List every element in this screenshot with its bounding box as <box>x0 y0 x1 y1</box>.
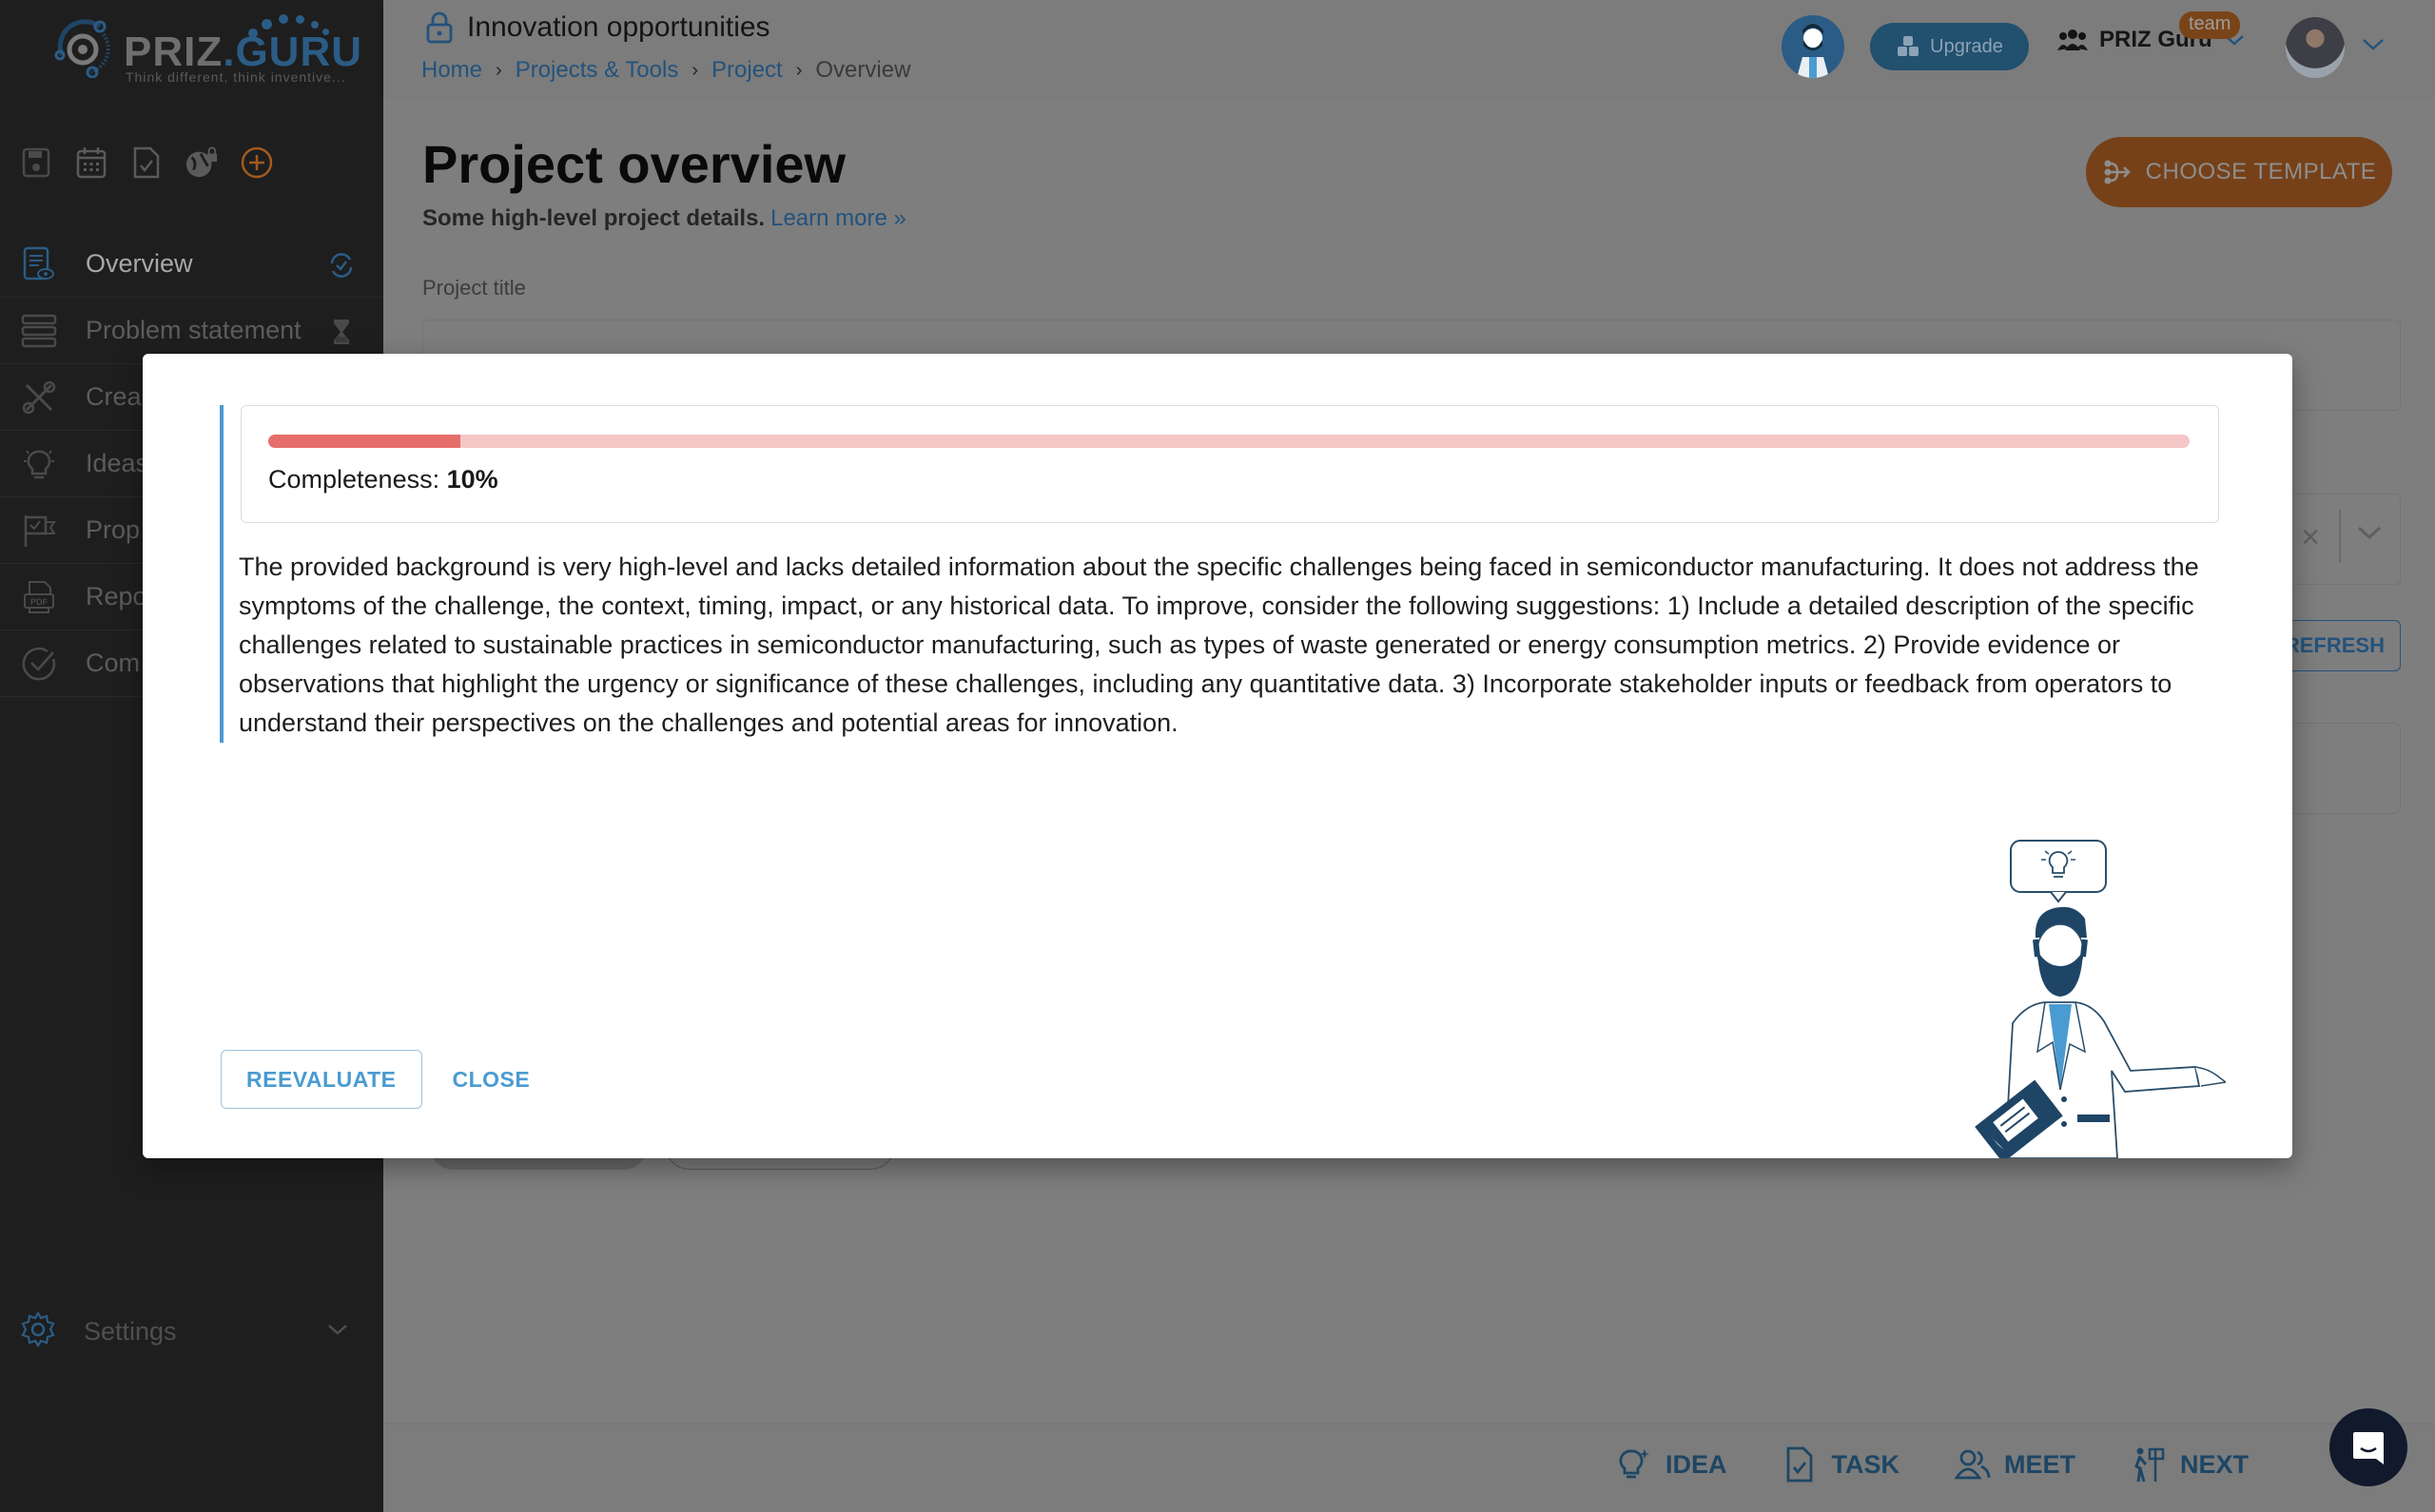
reevaluate-button[interactable]: REEVALUATE <box>221 1050 422 1109</box>
bottom-action-bar: IDEA TASK MEET NEXT <box>383 1425 2435 1512</box>
branch-arrow-icon <box>2104 160 2131 184</box>
settings-label: Settings <box>84 1316 177 1346</box>
next-button[interactable]: NEXT <box>2131 1445 2249 1483</box>
feedback-block: Completeness: 10% The provided backgroun… <box>220 405 2219 743</box>
sidebar-item-label: Prop <box>86 515 141 544</box>
feedback-text: The provided background is very high-lev… <box>239 552 2199 737</box>
sync-check-icon <box>326 250 357 281</box>
users-icon <box>2057 29 2088 50</box>
project-title-label: Project title <box>422 276 526 300</box>
task-button[interactable]: TASK <box>1782 1445 1899 1483</box>
logo-mark-icon <box>54 19 110 78</box>
sidebar-item-label: Repo <box>86 582 147 611</box>
breadcrumb-separator: › <box>795 59 803 81</box>
user-avatar[interactable] <box>2286 17 2345 78</box>
select-divider <box>2339 510 2341 563</box>
next-label: NEXT <box>2179 1449 2249 1479</box>
sidebar-item-label: Problem statement <box>86 316 302 344</box>
completeness-dialog: Completeness: 10% The provided backgroun… <box>143 354 2292 1158</box>
completeness-progress-fill <box>268 435 460 448</box>
chat-launcher-button[interactable] <box>2329 1408 2407 1486</box>
flag-check-icon <box>19 511 59 551</box>
breadcrumb-project[interactable]: Project <box>711 57 783 84</box>
chat-icon <box>2353 1432 2384 1464</box>
scientist-illustration <box>1950 833 2226 1158</box>
clear-icon[interactable]: × <box>2301 519 2320 556</box>
tools-icon <box>19 378 59 417</box>
choose-template-button[interactable]: CHOOSE TEMPLATE <box>2086 137 2392 207</box>
pdf-icon: PDF <box>19 577 59 617</box>
file-check-icon[interactable] <box>129 145 164 180</box>
logo-priz: PRIZ <box>124 29 224 75</box>
chevron-down-icon[interactable] <box>2356 523 2383 542</box>
globe-lock-icon[interactable] <box>185 145 219 180</box>
lightbulb-icon <box>19 444 59 484</box>
breadcrumb-current: Overview <box>815 57 911 83</box>
list-stack-icon <box>19 311 59 351</box>
save-icon[interactable] <box>19 145 53 180</box>
completeness-label: Completeness: 10% <box>268 465 498 494</box>
subtitle-text: Some high-level project details. <box>422 205 766 231</box>
upgrade-button[interactable]: Upgrade <box>1870 23 2029 70</box>
sidebar-item-label: Ideas <box>86 449 149 477</box>
completeness-progress-bar <box>268 435 2190 448</box>
page-subtitle: Some high-level project details. Learn mo… <box>422 205 906 232</box>
close-button[interactable]: CLOSE <box>453 1067 531 1093</box>
idea-button[interactable]: IDEA <box>1616 1445 1727 1483</box>
sidebar-item-settings[interactable]: Settings <box>0 1303 383 1360</box>
sidebar-item-overview[interactable]: Overview <box>0 231 383 298</box>
sidebar-item-label: Overview <box>86 249 193 278</box>
page-title: Project overview <box>422 134 847 194</box>
logo-tagline: Think different, think inventive... <box>126 69 346 85</box>
completeness-value: 10% <box>446 465 498 494</box>
hourglass-icon <box>326 317 357 347</box>
svg-text:PDF: PDF <box>30 597 49 607</box>
breadcrumb: Home › Projects & Tools › Project › Over… <box>421 57 910 84</box>
lightbulb-icon <box>1619 1449 1649 1479</box>
idea-bubble-icon <box>2010 840 2107 903</box>
meet-label: MEET <box>2003 1449 2075 1479</box>
gear-icon <box>19 1310 57 1353</box>
upgrade-label: Upgrade <box>1930 35 2003 57</box>
document-eye-icon <box>19 244 59 284</box>
choose-template-label: CHOOSE TEMPLATE <box>2145 159 2377 184</box>
chevron-down-icon[interactable] <box>2362 36 2385 53</box>
logo[interactable]: PRIZ.GURU Think different, think inventi… <box>52 11 361 87</box>
chevron-down-icon <box>328 1325 347 1335</box>
sidebar-item-label: Crea <box>86 382 142 411</box>
dialog-actions: REEVALUATE CLOSE <box>221 1050 530 1109</box>
check-circle-icon <box>19 644 59 684</box>
logo-guru: .GURU <box>223 29 363 75</box>
sidebar-item-label: Com <box>86 649 141 677</box>
top-bar: Innovation opportunities Home › Projects… <box>383 0 2435 99</box>
add-circle-icon[interactable] <box>240 145 274 180</box>
people-icon <box>1954 1449 1991 1480</box>
breadcrumb-separator: › <box>692 59 699 81</box>
team-badge: team <box>2179 11 2241 39</box>
lock-icon <box>426 11 453 44</box>
quick-actions <box>19 145 274 180</box>
walking-sign-icon <box>2134 1447 2165 1483</box>
calendar-icon[interactable] <box>74 145 108 180</box>
meet-button[interactable]: MEET <box>1954 1445 2075 1483</box>
task-file-icon <box>1787 1446 1813 1483</box>
breadcrumb-separator: › <box>496 59 502 81</box>
completeness-label-text: Completeness: <box>268 465 440 494</box>
cubes-icon <box>1898 36 1919 56</box>
project-title-header: Innovation opportunities <box>425 11 770 44</box>
idea-label: IDEA <box>1665 1449 1727 1479</box>
project-name: Innovation opportunities <box>467 11 770 43</box>
task-label: TASK <box>1831 1449 1899 1479</box>
completeness-card: Completeness: 10% <box>241 405 2219 523</box>
assistant-avatar[interactable] <box>1782 15 1844 78</box>
breadcrumb-home[interactable]: Home <box>421 57 482 84</box>
breadcrumb-projects-tools[interactable]: Projects & Tools <box>516 57 679 84</box>
learn-more-link[interactable]: Learn more » <box>770 205 906 231</box>
